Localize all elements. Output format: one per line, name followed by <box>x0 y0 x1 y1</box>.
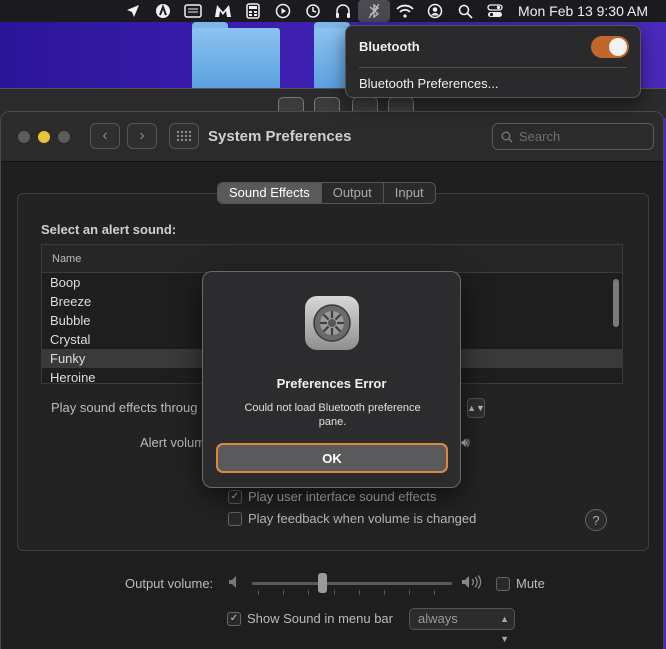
slider-tick <box>434 590 435 595</box>
user-icon[interactable] <box>420 0 450 22</box>
astro-icon[interactable] <box>148 0 178 22</box>
speaker-quiet-icon <box>228 575 240 592</box>
window-icon[interactable] <box>178 0 208 22</box>
slider-tick <box>409 590 410 595</box>
forward-button[interactable]: › <box>127 123 157 149</box>
search-input[interactable] <box>519 129 639 144</box>
help-button[interactable]: ? <box>585 509 607 531</box>
checkbox[interactable]: ✓ <box>228 489 242 504</box>
slider-tick <box>359 590 360 595</box>
show-sound-in-menubar-label: Show Sound in menu bar <box>247 611 393 626</box>
control-center-icon[interactable] <box>480 0 510 22</box>
bluetooth-menu-title: Bluetooth <box>359 39 420 54</box>
tab-input[interactable]: Input <box>382 183 435 203</box>
menu-separator <box>359 67 627 68</box>
checkbox[interactable] <box>228 511 242 526</box>
play-through-label: Play sound effects throug <box>51 400 198 415</box>
zoom-window-button[interactable] <box>58 131 70 143</box>
bluetooth-icon[interactable] <box>358 0 391 22</box>
bluetooth-preferences-menu-item[interactable]: Bluetooth Preferences... <box>359 76 498 91</box>
play-icon[interactable] <box>268 0 298 22</box>
chevron-left-icon: ‹ <box>102 127 108 144</box>
slider-tick <box>334 590 335 595</box>
ui-sound-effects-checkbox[interactable]: ✓ Play user interface sound effects <box>228 489 436 504</box>
slider-tick <box>308 590 309 595</box>
preferences-error-dialog: Preferences Error Could not load Bluetoo… <box>202 271 461 488</box>
show-sound-in-menubar-checkbox[interactable]: ✓ Show Sound in menu bar <box>227 611 393 626</box>
show-all-button[interactable] <box>169 123 199 149</box>
dropdown-value: always <box>418 611 458 626</box>
dialog-message: Could not load Bluetooth preference pane… <box>244 402 421 428</box>
tab-sound-effects[interactable]: Sound Effects <box>218 183 321 203</box>
slider-tick <box>283 590 284 595</box>
mute-label: Mute <box>516 576 545 591</box>
output-volume-slider-thumb[interactable] <box>317 573 327 593</box>
checkbox[interactable] <box>496 576 510 591</box>
window-titlebar: ‹ › System Preferences <box>1 112 663 162</box>
volume-feedback-checkbox[interactable]: Play feedback when volume is changed <box>228 511 476 526</box>
chevron-right-icon: › <box>139 127 145 144</box>
slider-tick <box>258 590 259 595</box>
bluetooth-menu: Bluetooth Bluetooth Preferences... <box>345 25 641 98</box>
select-alert-sound-label: Select an alert sound: <box>41 222 177 237</box>
checkbox[interactable]: ✓ <box>227 611 241 626</box>
dialog-title: Preferences Error <box>276 376 387 391</box>
menubar-visibility-dropdown[interactable]: always ▲ ▼ <box>409 608 515 644</box>
history-icon[interactable] <box>298 0 328 22</box>
slider-tick <box>384 590 385 595</box>
output-volume-label: Output volume: <box>125 576 214 591</box>
headphones-icon[interactable] <box>328 0 358 22</box>
menu-bar: Mon Feb 13 9:30 AM <box>0 0 666 22</box>
output-volume-track[interactable] <box>252 582 452 585</box>
volume-feedback-label: Play feedback when volume is changed <box>248 511 477 526</box>
minimize-window-button[interactable] <box>38 131 50 143</box>
malwarebytes-icon[interactable] <box>208 0 238 22</box>
list-column-header[interactable]: Name <box>42 245 622 273</box>
wifi-icon[interactable] <box>390 0 420 22</box>
ui-sound-effects-label: Play user interface sound effects <box>248 489 437 504</box>
bluetooth-toggle[interactable] <box>591 36 629 58</box>
desktop-folder[interactable] <box>192 22 280 90</box>
search-icon <box>501 131 513 142</box>
list-scrollbar[interactable] <box>613 279 619 327</box>
speaker-loud-icon <box>461 575 483 592</box>
calculator-icon[interactable] <box>238 0 268 22</box>
mute-checkbox[interactable]: Mute <box>496 576 545 591</box>
speaker-loud-icon: 🔊︎ <box>461 434 470 450</box>
search-icon[interactable] <box>450 0 480 22</box>
alert-volume-label: Alert volum <box>140 435 206 450</box>
toggle-knob <box>609 38 627 56</box>
chevron-updown-icon: ▲ ▼ <box>500 614 509 644</box>
grid-icon <box>176 130 192 142</box>
back-button[interactable]: ‹ <box>90 123 120 149</box>
system-preferences-gear-icon <box>305 296 359 350</box>
tab-output[interactable]: Output <box>320 183 383 203</box>
location-arrow-icon[interactable] <box>118 0 148 22</box>
sound-tabs: Sound Effects Output Input <box>217 182 436 204</box>
window-title: System Preferences <box>208 128 352 145</box>
close-window-button[interactable] <box>18 131 30 143</box>
play-through-popup[interactable]: ▲▼ <box>467 398 485 418</box>
ok-button[interactable]: OK <box>216 443 448 473</box>
menubar-clock[interactable]: Mon Feb 13 9:30 AM <box>518 3 648 19</box>
search-field[interactable] <box>492 123 654 150</box>
